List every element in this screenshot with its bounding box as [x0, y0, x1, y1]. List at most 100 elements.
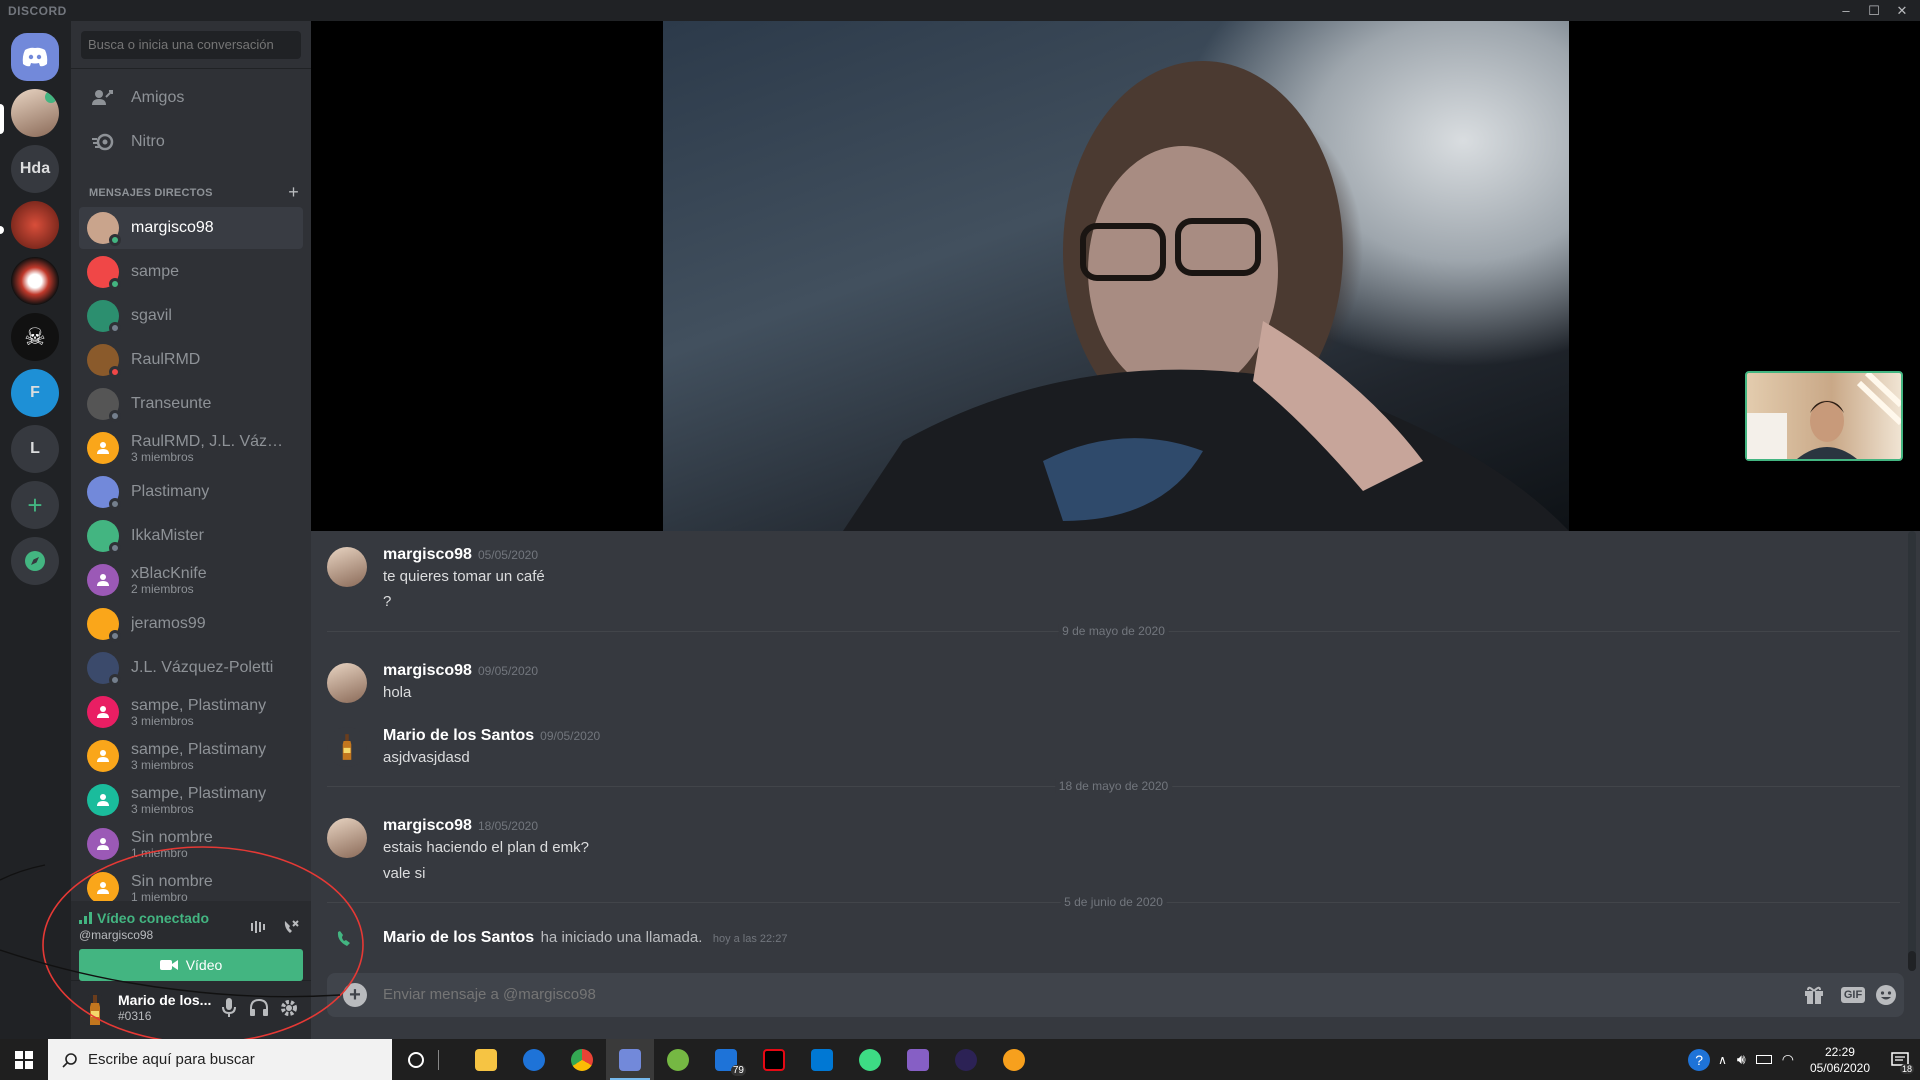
clock[interactable]: 22:29 05/06/2020 — [1810, 1044, 1870, 1076]
taskbar-chrome[interactable] — [558, 1039, 606, 1080]
guild-winged-emblem[interactable] — [11, 257, 59, 305]
dm-item[interactable]: Sin nombre 1 miembro — [79, 823, 303, 865]
guild-f[interactable]: F — [11, 369, 59, 417]
taskbar-vscode[interactable] — [798, 1039, 846, 1080]
dm-item[interactable]: sampe, Plastimany 3 miembros — [79, 735, 303, 777]
dm-item[interactable]: margisco98 — [79, 207, 303, 249]
dm-item[interactable]: RaulRMD, J.L. Vázqu... 3 miembros — [79, 427, 303, 469]
taskbar-discord[interactable] — [606, 1039, 654, 1080]
folder-icon — [475, 1048, 497, 1071]
task-view-button[interactable] — [428, 1039, 448, 1080]
volume-icon[interactable]: 🔊︎ — [1737, 1051, 1746, 1068]
taskbar-visual-studio[interactable] — [894, 1039, 942, 1080]
notifications-button[interactable]: 18 — [1880, 1039, 1920, 1080]
taskbar-netflix[interactable] — [750, 1039, 798, 1080]
dm-member-count: 3 miembros — [131, 449, 194, 464]
system-message-author[interactable]: Mario de los Santos — [383, 929, 534, 946]
guild-l[interactable]: L — [11, 425, 59, 473]
explore-servers-button[interactable] — [11, 537, 59, 585]
voice-connection-panel: Vídeo conectado @margisco98 Vídeo — [71, 901, 311, 981]
taskbar-app-blue[interactable] — [510, 1039, 558, 1080]
message-avatar[interactable] — [327, 663, 367, 703]
deafen-button[interactable] — [247, 996, 271, 1020]
emoji-button[interactable] — [1873, 983, 1899, 1007]
message-avatar[interactable] — [327, 818, 367, 858]
eclipse-icon — [955, 1048, 977, 1071]
message-author[interactable]: margisco98 — [383, 662, 472, 679]
message-author[interactable]: Mario de los Santos — [383, 727, 534, 744]
taskbar-app-orange[interactable] — [990, 1039, 1038, 1080]
gift-icon — [1805, 986, 1823, 1004]
help-icon[interactable]: ? — [1688, 1048, 1711, 1071]
dm-item[interactable]: sampe — [79, 251, 303, 293]
self-video-preview[interactable] — [1745, 370, 1904, 461]
message-author[interactable]: margisco98 — [383, 546, 472, 563]
group-avatar — [87, 828, 119, 860]
nav-nitro[interactable]: Nitro — [79, 121, 303, 163]
message-timestamp: 09/05/2020 — [477, 664, 538, 678]
gear-icon — [281, 1000, 297, 1016]
noise-suppression-button[interactable] — [247, 915, 271, 939]
nav-nitro-label: Nitro — [131, 133, 165, 150]
dm-call-avatar[interactable] — [11, 89, 59, 137]
minimize-button[interactable]: – — [1832, 0, 1860, 21]
taskbar-explorer[interactable] — [462, 1039, 510, 1080]
system-tray: ? ∧ 🔊︎ ◠ 22:29 05/06/2020 18 — [1688, 1039, 1920, 1080]
maximize-button[interactable]: ☐ — [1860, 0, 1888, 21]
video-button[interactable]: Vídeo — [79, 949, 303, 981]
dm-item[interactable]: J.L. Vázquez-Poletti — [79, 647, 303, 689]
message-scrollbar[interactable] — [1908, 531, 1916, 971]
user-avatar[interactable] — [79, 994, 111, 1026]
status-indicator — [109, 542, 121, 554]
guild-skull-emblem[interactable]: ☠ — [11, 313, 59, 361]
nav-friends-label: Amigos — [131, 89, 185, 106]
dm-item[interactable]: sampe, Plastimany 3 miembros — [79, 691, 303, 733]
home-button[interactable] — [11, 33, 59, 81]
dm-text: sampe, Plastimany 3 miembros — [131, 697, 266, 728]
add-server-button[interactable]: + — [11, 481, 59, 529]
gift-button[interactable] — [1801, 983, 1827, 1007]
taskbar-search[interactable]: Escribe aquí para buscar — [48, 1039, 392, 1080]
dm-item[interactable]: sampe, Plastimany 3 miembros — [79, 779, 303, 821]
taskbar-mail[interactable]: 79 — [702, 1039, 750, 1080]
dm-member-count: 3 miembros — [131, 801, 194, 816]
dm-item[interactable]: xBlacKnife 2 miembros — [79, 559, 303, 601]
taskbar-android-studio[interactable] — [846, 1039, 894, 1080]
start-button[interactable] — [0, 1039, 48, 1080]
guild-red-emblem[interactable] — [11, 201, 59, 249]
dm-item[interactable]: jeramos99 — [79, 603, 303, 645]
dm-item[interactable]: Transeunte — [79, 383, 303, 425]
chevron-up-icon[interactable]: ∧ — [1718, 1053, 1727, 1067]
taskbar-utorrent[interactable] — [654, 1039, 702, 1080]
mute-button[interactable] — [217, 996, 241, 1020]
wifi-icon[interactable]: ◠ — [1782, 1051, 1794, 1068]
message-avatar[interactable] — [327, 727, 367, 767]
guild-hda[interactable]: Hda — [11, 145, 59, 193]
user-settings-button[interactable] — [277, 996, 301, 1020]
main-content: margisco98 05/05/2020 te quieres tomar un… — [311, 21, 1920, 1039]
battery-icon[interactable] — [1755, 1055, 1772, 1064]
dm-item[interactable]: IkkaMister — [79, 515, 303, 557]
taskbar-search-placeholder: Escribe aquí para buscar — [88, 1051, 255, 1068]
discord-logo-icon — [22, 47, 48, 67]
message-author[interactable]: margisco98 — [383, 817, 472, 834]
remote-video-feed[interactable] — [663, 21, 1569, 531]
create-dm-button[interactable]: + — [288, 182, 299, 203]
upload-button[interactable]: + — [343, 983, 367, 1007]
nav-friends[interactable]: Amigos — [79, 77, 303, 119]
group-icon — [97, 794, 109, 806]
dm-item[interactable]: RaulRMD — [79, 339, 303, 381]
dm-item[interactable]: sgavil — [79, 295, 303, 337]
disconnect-call-button[interactable] — [279, 915, 303, 939]
dm-item[interactable]: Plastimany — [79, 471, 303, 513]
gif-button[interactable]: GIF — [1839, 983, 1867, 1007]
close-window-button[interactable]: ✕ — [1888, 0, 1916, 21]
search-input[interactable] — [81, 31, 301, 59]
taskbar-eclipse[interactable] — [942, 1039, 990, 1080]
dm-name: Transeunte — [131, 395, 212, 412]
message-input[interactable] — [383, 973, 1683, 1017]
window-controls: – ☐ ✕ — [1832, 0, 1916, 21]
video-button-label: Vídeo — [185, 957, 223, 973]
message-avatar[interactable] — [327, 547, 367, 587]
message-scrollbar-thumb[interactable] — [1908, 951, 1916, 971]
